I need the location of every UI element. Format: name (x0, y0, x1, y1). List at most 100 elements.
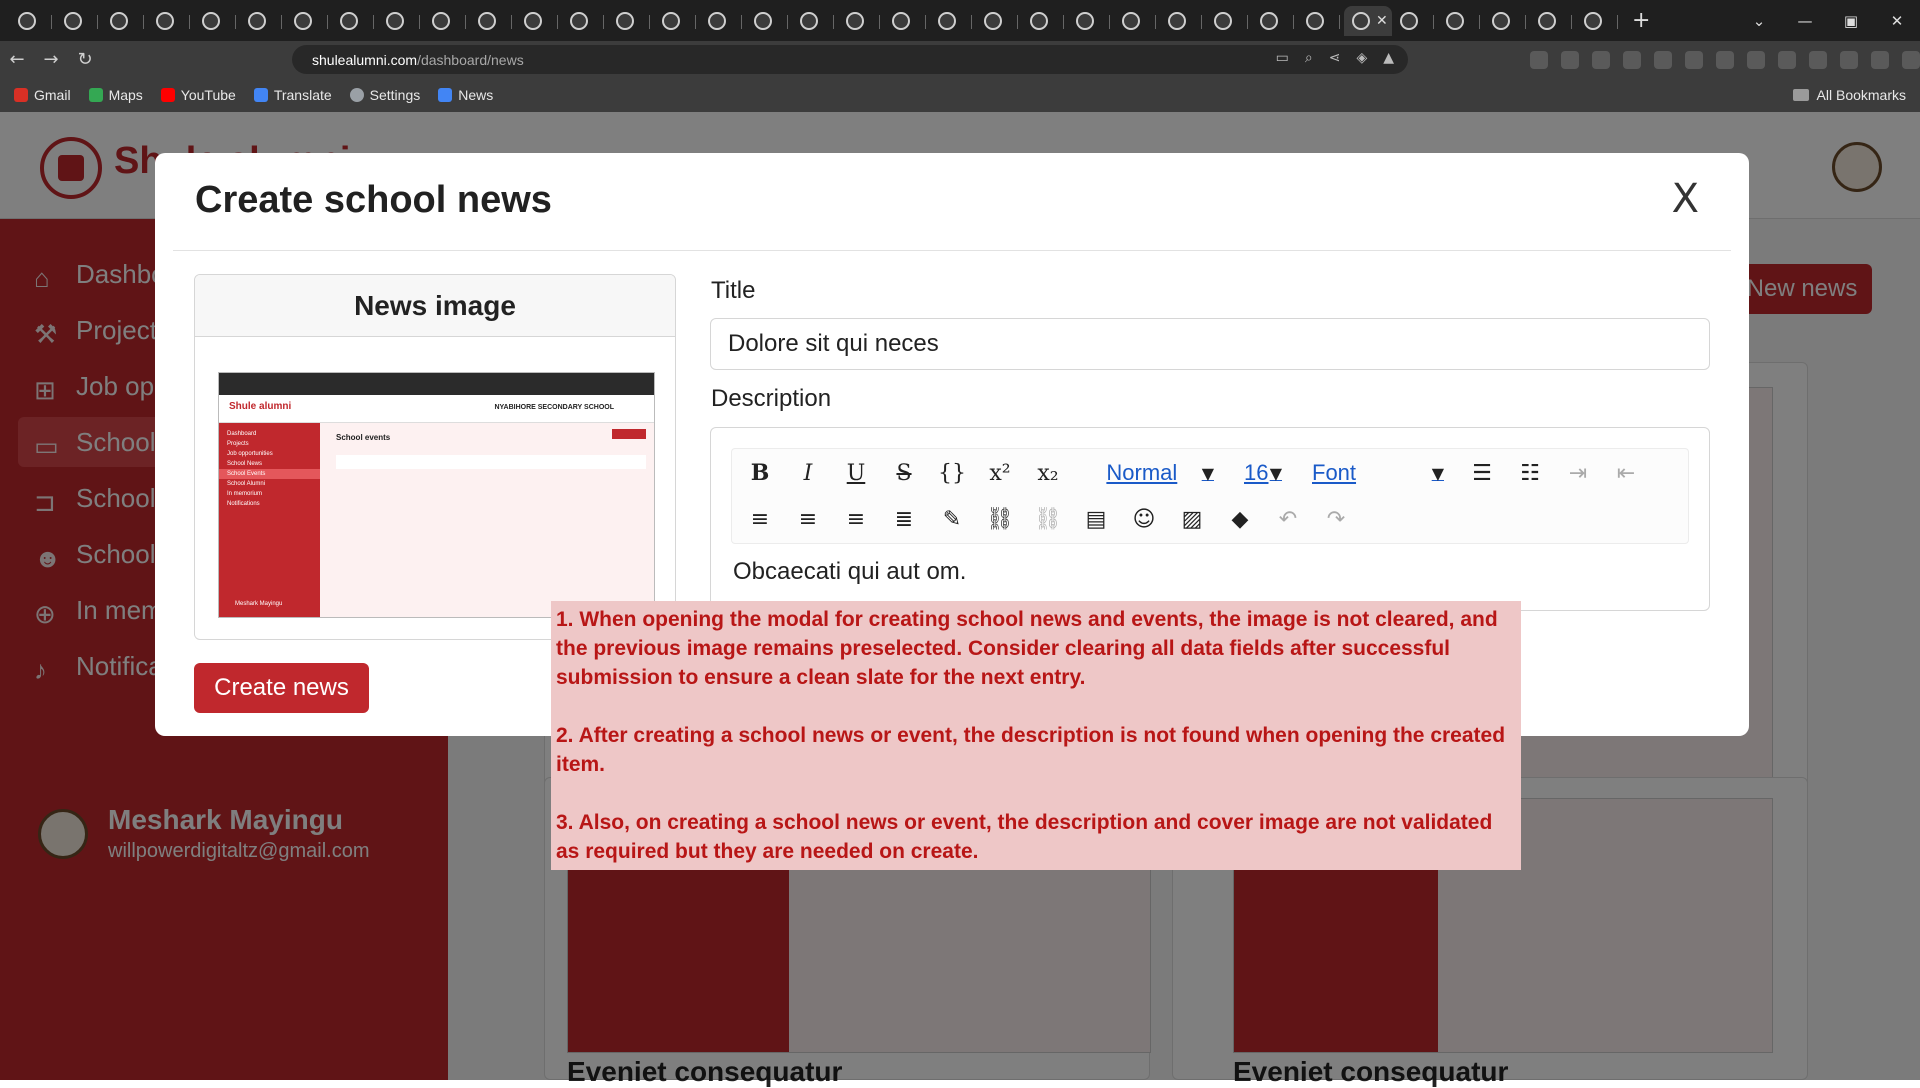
browser-tab[interactable] (976, 6, 1022, 36)
description-editor[interactable]: B I U S {} x² x₂ Normal ▼ 16 ▼ Font ▼ ☰ ☷ ⇥… (710, 427, 1710, 611)
numbered-list-icon[interactable]: ☷ (1506, 453, 1554, 493)
align-left-icon[interactable]: ≡ (736, 499, 784, 539)
title-input[interactable]: Dolore sit qui neces (710, 318, 1710, 370)
format-select[interactable]: Normal ▼ (1072, 453, 1224, 493)
browser-tab[interactable] (792, 6, 838, 36)
strikethrough-icon[interactable]: S (880, 453, 928, 493)
browser-tab[interactable] (1392, 6, 1438, 36)
size-select[interactable]: 16 ▼ (1234, 453, 1292, 493)
superscript-icon[interactable]: x² (976, 453, 1024, 493)
outdent-icon[interactable]: ⇤ (1602, 453, 1650, 493)
align-justify-icon[interactable]: ≣ (880, 499, 928, 539)
italic-icon[interactable]: I (784, 453, 832, 493)
menu-icon[interactable] (1902, 51, 1920, 69)
bookmark-translate[interactable]: Translate (253, 87, 332, 103)
browser-tab[interactable] (1484, 6, 1530, 36)
extension-icon[interactable] (1654, 51, 1672, 69)
extension-icon[interactable] (1592, 51, 1610, 69)
close-window-icon[interactable]: ✕ (1874, 12, 1920, 30)
brave-shield-icon[interactable]: ◈ (1356, 50, 1367, 66)
link-icon[interactable]: ⛓ (976, 499, 1024, 539)
browser-tab[interactable] (10, 6, 56, 36)
bookmark-maps[interactable]: Maps (88, 87, 143, 103)
address-bar[interactable]: shulealumni.com/dashboard/news ▭ ⌕ ⋖ ◈ ▲ (292, 45, 1408, 74)
browser-tab[interactable] (1160, 6, 1206, 36)
browser-tab[interactable] (746, 6, 792, 36)
browser-tab[interactable] (286, 6, 332, 36)
align-center-icon[interactable]: ≡ (784, 499, 832, 539)
extension-icon[interactable] (1561, 51, 1579, 69)
sidebar-toggle-icon[interactable] (1840, 51, 1858, 69)
extension-icon[interactable] (1716, 51, 1734, 69)
browser-tab[interactable] (1438, 6, 1484, 36)
browser-tab[interactable] (516, 6, 562, 36)
indent-icon[interactable]: ⇥ (1554, 453, 1602, 493)
restore-icon[interactable]: ▣ (1828, 12, 1874, 30)
browser-tab[interactable] (884, 6, 930, 36)
bookmark-settings[interactable]: Settings (349, 87, 420, 103)
font-select[interactable]: Font ▼ (1302, 453, 1454, 493)
share-icon[interactable]: ⋖ (1329, 50, 1341, 66)
browser-tab[interactable] (1206, 6, 1252, 36)
align-right-icon[interactable]: ≡ (832, 499, 880, 539)
browser-tab[interactable] (378, 6, 424, 36)
browser-tab[interactable] (1530, 6, 1576, 36)
cast-icon[interactable]: ▭ (1276, 50, 1289, 66)
tab-search-icon[interactable]: ⌄ (1736, 12, 1782, 30)
browser-tab[interactable] (700, 6, 746, 36)
browser-tab[interactable] (1252, 6, 1298, 36)
extension-icon[interactable] (1685, 51, 1703, 69)
wallet-icon[interactable] (1871, 51, 1889, 69)
bullet-list-icon[interactable]: ☰ (1458, 453, 1506, 493)
brave-rewards-icon[interactable]: ▲ (1383, 50, 1394, 66)
undo-icon[interactable]: ↶ (1264, 499, 1312, 539)
browser-tab[interactable] (1068, 6, 1114, 36)
browser-tab[interactable] (838, 6, 884, 36)
news-image-card[interactable]: News image Shule alumni NYABIHORE SECOND… (194, 274, 676, 640)
create-news-button[interactable]: Create news (194, 663, 369, 713)
browser-tab[interactable] (240, 6, 286, 36)
browser-tab[interactable] (56, 6, 102, 36)
reload-icon[interactable]: ↻ (68, 49, 102, 70)
news-image-preview[interactable]: Shule alumni NYABIHORE SECONDARY SCHOOL … (218, 372, 655, 618)
code-block-icon[interactable]: {} (928, 453, 976, 493)
browser-tab[interactable] (608, 6, 654, 36)
close-tab-icon[interactable]: ✕ (1376, 13, 1388, 29)
subscript-icon[interactable]: x₂ (1024, 453, 1072, 493)
extension-icon[interactable] (1623, 51, 1641, 69)
emoji-icon[interactable]: ☺ (1120, 499, 1168, 539)
bookmark-youtube[interactable]: YouTube (160, 87, 236, 103)
editor-content[interactable]: Obcaecati qui aut om. (733, 558, 966, 586)
browser-tab[interactable] (332, 6, 378, 36)
eraser-icon[interactable]: ◆ (1216, 499, 1264, 539)
back-icon[interactable]: ← (0, 49, 34, 70)
browser-tab[interactable] (470, 6, 516, 36)
extension-icon[interactable] (1530, 51, 1548, 69)
bookmark-gmail[interactable]: Gmail (14, 87, 71, 103)
extension-icon[interactable] (1747, 51, 1765, 69)
embed-icon[interactable]: ▤ (1072, 499, 1120, 539)
browser-tab[interactable] (194, 6, 240, 36)
browser-tab[interactable] (562, 6, 608, 36)
browser-tab-active[interactable]: ✕ (1344, 5, 1392, 36)
forward-icon[interactable]: → (34, 49, 68, 70)
redo-icon[interactable]: ↷ (1312, 499, 1360, 539)
close-icon[interactable]: X (1672, 179, 1699, 219)
zoom-icon[interactable]: ⌕ (1305, 50, 1313, 66)
browser-tab[interactable] (1298, 6, 1344, 36)
browser-tab[interactable] (1114, 6, 1160, 36)
browser-tab[interactable] (930, 6, 976, 36)
bold-icon[interactable]: B (736, 453, 784, 493)
browser-tab[interactable] (148, 6, 194, 36)
new-tab-icon[interactable]: + (1632, 8, 1650, 33)
browser-tab[interactable] (424, 6, 470, 36)
unlink-icon[interactable]: ⛓ (1024, 499, 1072, 539)
browser-tab[interactable] (654, 6, 700, 36)
image-icon[interactable]: ▨ (1168, 499, 1216, 539)
browser-tab[interactable] (1022, 6, 1068, 36)
browser-tab[interactable] (102, 6, 148, 36)
minimize-icon[interactable]: — (1782, 12, 1828, 30)
all-bookmarks[interactable]: All Bookmarks (1792, 87, 1906, 103)
underline-icon[interactable]: U (832, 453, 880, 493)
highlight-pen-icon[interactable]: ✎ (928, 499, 976, 539)
